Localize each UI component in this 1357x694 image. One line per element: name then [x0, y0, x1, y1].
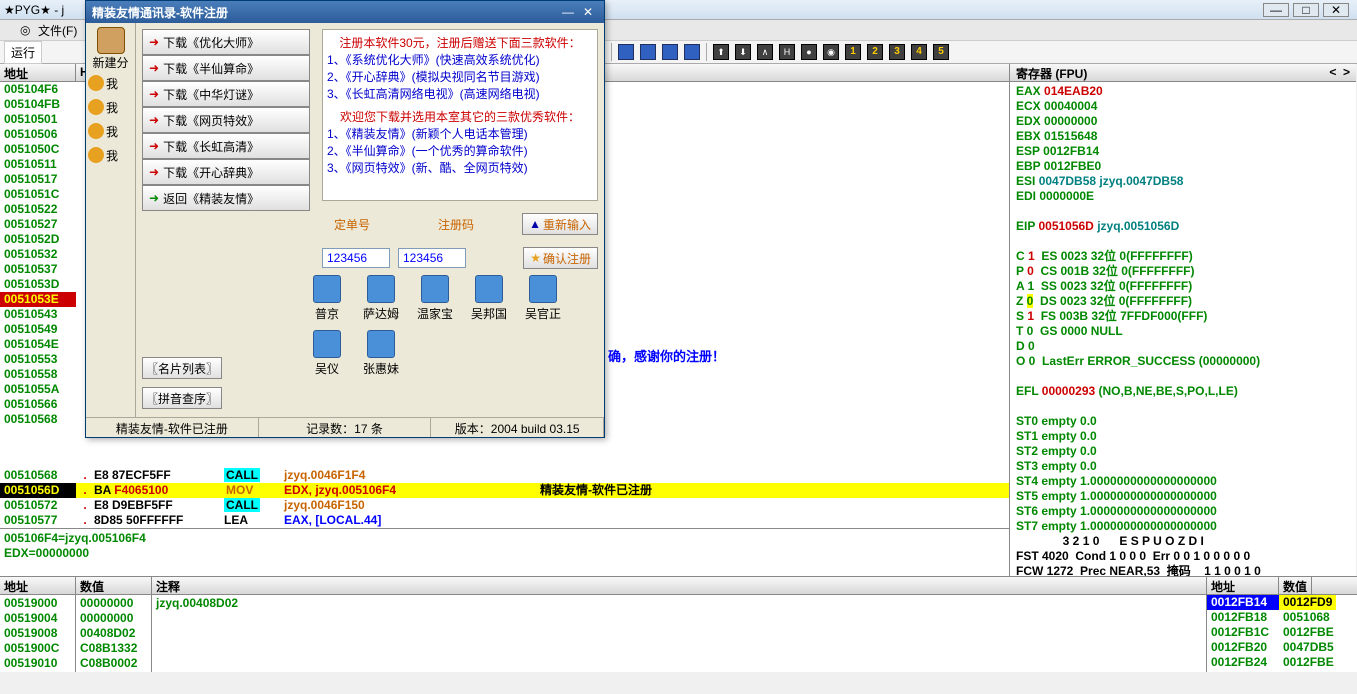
dump-addr-header: 地址: [0, 577, 75, 595]
contact-icon[interactable]: 张惠妹: [354, 330, 408, 377]
tb-d6-icon[interactable]: ◉: [821, 42, 841, 62]
download-button[interactable]: ➜下载《半仙算命》: [142, 55, 310, 81]
run-label[interactable]: 运行: [4, 41, 42, 64]
confirm-register-button[interactable]: ★确认注册: [523, 247, 598, 269]
contact-icon[interactable]: 吴仪: [300, 330, 354, 377]
status-version: 版本：2004 build 03.15: [431, 418, 604, 437]
status-registered: 精装友情-软件已注册: [86, 418, 259, 437]
register-dialog: 精装友情通讯录-软件注册 — ✕ 新建分 我我我我 ➜下载《优化大师》➜下载《半…: [85, 0, 605, 438]
regcode-label: 注册码: [426, 216, 474, 233]
dialog-close-icon[interactable]: ✕: [578, 5, 598, 19]
tb-d1-icon[interactable]: ⬆: [711, 42, 731, 62]
tb-n1-icon[interactable]: 1: [843, 42, 863, 62]
register-success-msg: 确，感谢你的注册！: [608, 346, 725, 365]
tb-list4-icon[interactable]: [682, 42, 702, 62]
pinyin-sort-button[interactable]: 〖拼音查序〗: [142, 387, 222, 409]
dump-addr-col[interactable]: 0051900000519004005190080051900C00519010: [0, 595, 75, 672]
dialog-title: 精装友情通讯录-软件注册: [92, 4, 558, 21]
menu-file[interactable]: 文件(F): [38, 22, 77, 39]
download-button[interactable]: ➜返回《精装友情》: [142, 185, 310, 211]
tb-list3-icon[interactable]: [660, 42, 680, 62]
download-button[interactable]: ➜下载《网页特效》: [142, 107, 310, 133]
tb-d3-icon[interactable]: ∧: [755, 42, 775, 62]
download-button[interactable]: ➜下载《长虹高清》: [142, 133, 310, 159]
contacts-icon-grid[interactable]: 普京萨达姆温家宝吴邦国吴官正吴仪张惠妹: [276, 269, 570, 377]
order-input[interactable]: [322, 248, 390, 268]
info-pane: 005106F4=jzyq.005106F4 EDX=00000000: [0, 528, 1009, 576]
dump-comment-header: 注释: [152, 577, 1206, 595]
registers-header: 寄存器 (FPU)< >: [1010, 64, 1356, 82]
tb-n3-icon[interactable]: 3: [887, 42, 907, 62]
maximize-button[interactable]: □: [1293, 3, 1319, 17]
close-button[interactable]: ✕: [1323, 3, 1349, 17]
contact-icon[interactable]: 温家宝: [408, 275, 462, 322]
stack-body[interactable]: 0012FB140012FD90012FB1800510680012FB1C00…: [1207, 595, 1357, 670]
dialog-titlebar[interactable]: 精装友情通讯录-软件注册 — ✕: [86, 1, 604, 23]
tb-n5-icon[interactable]: 5: [931, 42, 951, 62]
contact-icon[interactable]: 普京: [300, 275, 354, 322]
disasm-rows[interactable]: 00510568.E8 87ECF5FFCALLjzyq.0046F1F4005…: [0, 468, 1009, 528]
reinput-button[interactable]: ▲重新输入: [522, 213, 598, 235]
contact-icon[interactable]: 吴官正: [516, 275, 570, 322]
dialog-statusbar: 精装友情-软件已注册 记录数：17 条 版本：2004 build 03.15: [86, 417, 604, 437]
status-count: 记录数：17 条: [259, 418, 432, 437]
tb-list2-icon[interactable]: [638, 42, 658, 62]
download-button[interactable]: ➜下载《优化大师》: [142, 29, 310, 55]
dump-comment-col[interactable]: jzyq.00408D02: [152, 595, 1206, 612]
download-button[interactable]: ➜下载《开心辞典》: [142, 159, 310, 185]
stack-val-header: 数值: [1279, 577, 1312, 594]
sidebar-item[interactable]: 我: [88, 95, 133, 119]
sidebar-item[interactable]: 我: [88, 119, 133, 143]
tb-n2-icon[interactable]: 2: [865, 42, 885, 62]
new-group-button[interactable]: 新建分: [88, 27, 133, 71]
download-button[interactable]: ➜下载《中华灯谜》: [142, 81, 310, 107]
tb-d4-icon[interactable]: H: [777, 42, 797, 62]
dump-val-header: 数值: [76, 577, 151, 595]
contact-icon[interactable]: 吴邦国: [462, 275, 516, 322]
tb-list1-icon[interactable]: [616, 42, 636, 62]
dialog-minimize-icon[interactable]: —: [558, 5, 578, 19]
contact-icon[interactable]: 萨达姆: [354, 275, 408, 322]
order-label: 定单号: [322, 216, 370, 233]
dialog-left-panel: 新建分 我我我我: [86, 23, 136, 417]
sidebar-item[interactable]: 我: [88, 71, 133, 95]
registers-body[interactable]: EAX 014EAB20ECX 00040004EDX 00000000EBX …: [1010, 82, 1356, 576]
promo-box: 注册本软件30元，注册后赠送下面三款软件： 1、《系统优化大师》(快速高效系统优…: [322, 29, 598, 201]
tb-d2-icon[interactable]: ⬇: [733, 42, 753, 62]
tb-d5-icon[interactable]: ●: [799, 42, 819, 62]
regcode-input[interactable]: [398, 248, 466, 268]
dump-val-col[interactable]: 000000000000000000408D02C08B1332C08B0002: [76, 595, 151, 672]
stack-addr-header: 地址: [1207, 577, 1279, 594]
minimize-button[interactable]: —: [1263, 3, 1289, 17]
tb-n4-icon[interactable]: 4: [909, 42, 929, 62]
sidebar-item[interactable]: 我: [88, 143, 133, 167]
card-list-button[interactable]: 〖名片列表〗: [142, 357, 222, 379]
